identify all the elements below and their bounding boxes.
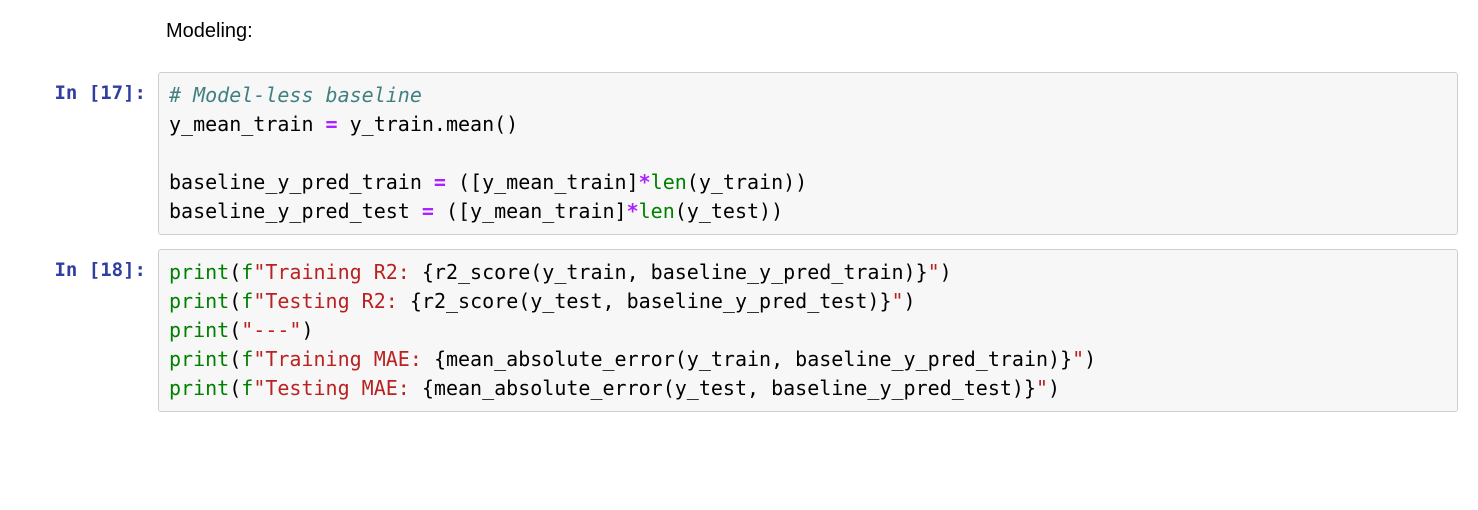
code-token: ( <box>229 347 241 371</box>
markdown-cell-modeling: Modeling: <box>158 10 1478 52</box>
code-token: (y_train)) <box>687 170 807 194</box>
code-token-interp: {r2_score(y_train, baseline_y_pred_train… <box>422 260 928 284</box>
code-token: ([y_mean_train] <box>434 199 627 223</box>
code-token-operator: = <box>326 112 338 136</box>
code-cell-18[interactable]: In [18]: print(f"Training R2: {r2_score(… <box>0 245 1478 416</box>
code-token-builtin: len <box>639 199 675 223</box>
code-token-interp: {mean_absolute_error(y_test, baseline_y_… <box>422 376 1036 400</box>
code-token: ) <box>301 318 313 342</box>
code-token-fprefix: f <box>241 260 253 284</box>
code-token: ( <box>229 376 241 400</box>
code-token-builtin: print <box>169 318 229 342</box>
code-token-string: " <box>1072 347 1084 371</box>
code-token: ) <box>1048 376 1060 400</box>
code-token: ([y_mean_train] <box>446 170 639 194</box>
code-token-operator: = <box>434 170 446 194</box>
code-token: ( <box>229 260 241 284</box>
code-token-comment: # Model-less baseline <box>169 83 422 107</box>
code-token-string: " <box>928 260 940 284</box>
code-input-area[interactable]: print(f"Training R2: {r2_score(y_train, … <box>158 249 1458 412</box>
notebook-container: Modeling: In [17]: # Model-less baseline… <box>0 10 1478 416</box>
code-token: ( <box>229 289 241 313</box>
code-token: ) <box>1084 347 1096 371</box>
code-token-builtin: print <box>169 376 229 400</box>
code-input-area[interactable]: # Model-less baseline y_mean_train = y_t… <box>158 72 1458 235</box>
code-token: ) <box>904 289 916 313</box>
code-token-string: "Testing MAE: <box>253 376 422 400</box>
code-token: y_mean_train <box>169 112 326 136</box>
code-token-fprefix: f <box>241 376 253 400</box>
markdown-text: Modeling: <box>166 20 253 42</box>
code-token-fprefix: f <box>241 289 253 313</box>
code-token-builtin: print <box>169 347 229 371</box>
code-token-operator: * <box>627 199 639 223</box>
code-token-string: " <box>1036 376 1048 400</box>
code-token-builtin: print <box>169 260 229 284</box>
code-token-builtin: len <box>651 170 687 194</box>
code-token-string: "Training MAE: <box>253 347 434 371</box>
code-token-string: "Testing R2: <box>253 289 410 313</box>
code-token-builtin: print <box>169 289 229 313</box>
code-token-string: "Training R2: <box>253 260 422 284</box>
code-token-fprefix: f <box>241 347 253 371</box>
code-token: (y_test)) <box>675 199 783 223</box>
input-prompt: In [18]: <box>0 249 158 412</box>
code-token: ) <box>940 260 952 284</box>
code-token: baseline_y_pred_test <box>169 199 422 223</box>
code-token: baseline_y_pred_train <box>169 170 434 194</box>
code-token-string: "---" <box>241 318 301 342</box>
code-token-interp: {mean_absolute_error(y_train, baseline_y… <box>434 347 1072 371</box>
code-token: y_train.mean() <box>338 112 519 136</box>
code-token: ( <box>229 318 241 342</box>
code-token-string: " <box>892 289 904 313</box>
code-cell-17[interactable]: In [17]: # Model-less baseline y_mean_tr… <box>0 68 1478 239</box>
input-prompt: In [17]: <box>0 72 158 235</box>
code-token-operator: * <box>639 170 651 194</box>
code-token-operator: = <box>422 199 434 223</box>
code-token-interp: {r2_score(y_test, baseline_y_pred_test)} <box>410 289 892 313</box>
